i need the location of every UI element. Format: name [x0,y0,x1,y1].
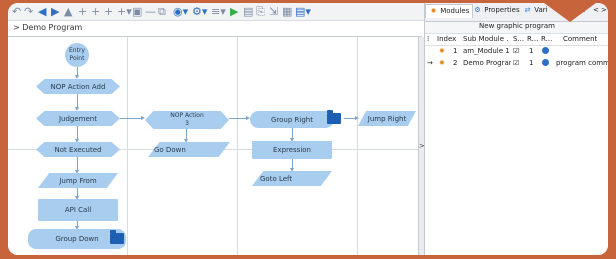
connector [229,116,250,120]
step-icon[interactable]: ▤ [243,5,253,18]
add-icon[interactable]: + [78,5,87,18]
editor-tab-label: > Demo Program [13,23,83,32]
connector [75,94,79,111]
tab-properties[interactable]: ⚙ Properties [473,6,519,14]
diagram-canvas[interactable]: Entry Point NOP Action Add Judgement Not… [8,37,418,255]
add-icon[interactable]: + [91,5,100,18]
grid-line [127,37,128,255]
status-dot [542,59,549,68]
forward-arrow-icon[interactable]: ▶ [51,5,59,18]
more-icon[interactable]: ≡▾ [211,5,226,18]
row-name: Demo Program [463,59,511,67]
layout-icon[interactable]: ▤▾ [295,5,311,18]
module-icon: ✹ [430,7,437,15]
program-title: New graphic program [425,22,608,34]
redo-icon[interactable]: ↷ [24,5,33,18]
row-marker: → [427,59,433,67]
row-r-value: 1 [529,59,534,67]
table-row[interactable]: → ✹ 2 Demo Program ☑ 1 program comm [425,58,608,69]
stop-icon[interactable]: ▦ [282,5,292,18]
grid-line [237,37,238,255]
connector [290,159,294,172]
group-right-node[interactable]: Group Right [250,111,334,128]
row-name: am_Module 1 [463,47,510,55]
grid-icon[interactable]: ⧉ [158,5,166,18]
gear-icon[interactable]: ⚙▾ [192,5,207,18]
status-dot [542,47,549,56]
api-call-node[interactable]: API Call [38,199,118,221]
tab-modules[interactable]: ✹ Modules [425,4,474,18]
column-header[interactable]: R... [541,35,552,43]
app-window: ↶ ↷ ◀ ▶ ▲ + + + +▾ ▣ — ⧉ ◉▾ ⚙▾ ≡▾ ▶ ▤ ⎘ … [8,3,608,255]
entry-point-node[interactable]: Entry Point [65,43,89,67]
table-row[interactable]: ✹ 1 am_Module 1 ☑ 1 [425,46,608,57]
folder-icon [327,110,341,124]
connector [344,116,359,120]
column-header[interactable]: S... [513,35,524,43]
connector [75,188,79,200]
row-checkbox[interactable]: ☑ [513,59,519,67]
row-checkbox[interactable]: ☑ [513,47,519,55]
module-icon: ✹ [439,59,445,67]
run-icon[interactable]: ▶ [230,5,238,18]
connector [75,221,79,230]
toolbar: ↶ ↷ ◀ ▶ ▲ + + + +▾ ▣ — ⧉ ◉▾ ⚙▾ ≡▾ ▶ ▤ ⎘ … [8,3,424,21]
module-icon: ✹ [439,47,445,55]
modules-panel: ✹ Modules ⚙ Properties ⇄ Vari avorites <… [424,3,608,255]
grid-line [357,37,358,255]
connector [120,116,145,120]
go-down-node[interactable]: Go Down [148,142,230,157]
up-arrow-icon[interactable]: ▲ [64,5,72,18]
goto-left-node[interactable]: Goto Left [252,171,332,186]
tab-overflow-right[interactable]: > [601,6,607,14]
connector [290,128,294,142]
target-icon[interactable]: ◉▾ [173,5,188,18]
properties-icon: ⚙ [474,6,481,14]
tab-overflow-left[interactable]: < [593,6,599,14]
folder-icon [110,230,124,244]
row-r-value: 1 [529,47,534,55]
row-index: 2 [453,59,458,67]
connector [75,157,79,174]
expression-node[interactable]: Expression [252,141,332,159]
nop-action-3-node[interactable]: NOP Action 3 [145,111,229,129]
editor-tab[interactable]: > Demo Program [8,21,422,37]
connector [75,126,79,143]
table-header: ⁞ Index Sub Module ... S... R... R... Co… [425,34,608,46]
add-dropdown-icon[interactable]: +▾ [117,5,132,18]
connector [184,129,188,143]
column-header[interactable]: Index [437,35,456,43]
line-icon[interactable]: — [145,5,156,18]
variables-icon: ⇄ [524,6,531,14]
node-icon[interactable]: ▣ [132,5,142,18]
link-icon[interactable]: ⎘ [256,5,265,18]
nop-action-add-node[interactable]: NOP Action Add [36,79,120,94]
copy-icon[interactable]: ⇲ [269,5,278,18]
not-executed-node[interactable]: Not Executed [36,142,120,157]
column-header[interactable]: Sub Module ... [463,35,509,43]
connector [75,67,79,79]
jump-from-node[interactable]: Jump From [38,173,118,188]
column-header[interactable]: Comment [563,35,597,43]
jump-right-node[interactable]: Jump Right [358,111,416,126]
judgement-node[interactable]: Judgement [36,111,120,126]
row-index: 1 [453,47,458,55]
column-header[interactable]: R... [527,35,538,43]
tab-variables[interactable]: ⇄ Vari [523,6,548,14]
add-icon[interactable]: + [104,5,113,18]
row-comment: program comm [556,59,608,67]
undo-icon[interactable]: ↶ [12,5,21,18]
back-arrow-icon[interactable]: ◀ [38,5,46,18]
column-handle: ⁞ [427,35,430,43]
